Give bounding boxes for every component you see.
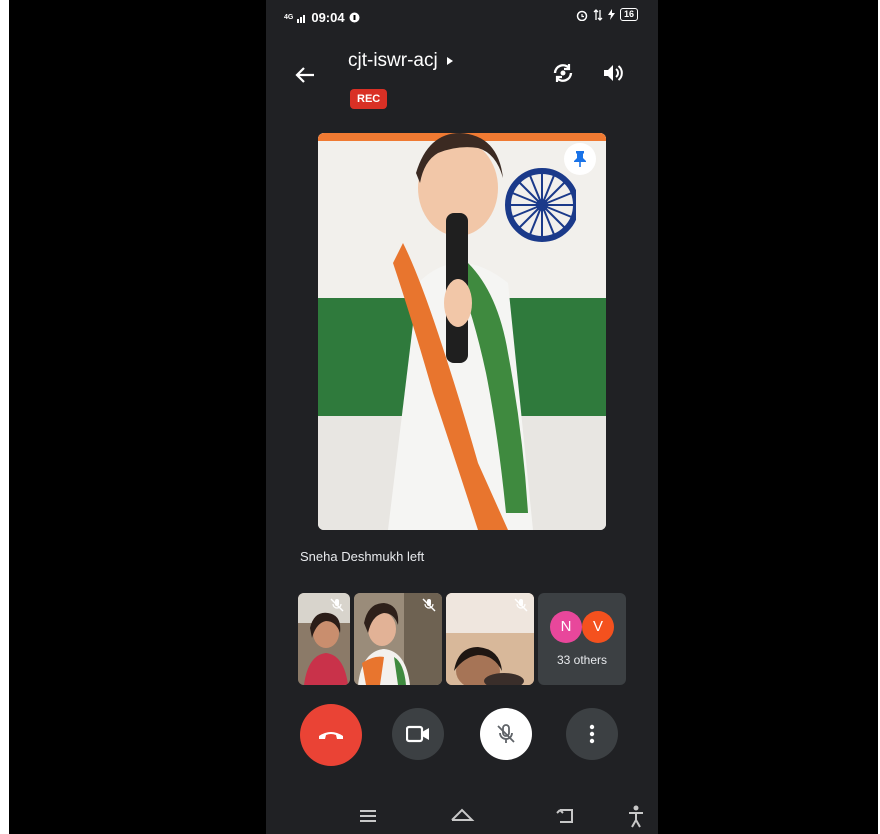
speaker-person	[388, 133, 533, 530]
alarm-icon	[576, 10, 588, 21]
accessibility-icon[interactable]	[622, 802, 650, 830]
participant-tile[interactable]	[298, 593, 350, 685]
meeting-title[interactable]: cjt-iswr-acj	[348, 50, 454, 72]
battery-icon: 16	[619, 8, 638, 21]
speaker-icon	[604, 65, 623, 81]
caret-right-icon	[446, 57, 453, 65]
main-video-tile[interactable]	[318, 133, 606, 530]
participant-tile[interactable]	[354, 593, 442, 685]
participant-left-notice: Sneha Deshmukh left	[300, 549, 425, 564]
camera-button[interactable]	[392, 708, 444, 760]
status-right: 16	[576, 8, 638, 21]
microphone-button[interactable]	[480, 708, 532, 760]
mic-off-icon	[514, 598, 528, 612]
participant-tile[interactable]	[446, 593, 534, 685]
back-icon[interactable]	[552, 802, 580, 830]
signal-icon	[297, 14, 306, 23]
end-call-icon	[319, 732, 343, 739]
notification-icon	[349, 12, 360, 23]
phone-screen: 4G 09:04 16 cjt-iswr-acj REC Sneha Deshm…	[266, 0, 658, 834]
participant-strip: N V 33 others	[298, 593, 628, 685]
status-left: 4G 09:04	[284, 10, 360, 25]
pin-icon	[574, 151, 586, 167]
end-call-button[interactable]	[300, 704, 362, 766]
avatar: V	[582, 611, 614, 643]
data-icon	[593, 8, 603, 21]
camera-icon	[406, 725, 429, 743]
pin-button[interactable]	[564, 143, 596, 175]
switch-camera-icon	[553, 64, 573, 82]
back-arrow-icon	[295, 67, 314, 83]
charging-icon	[607, 9, 615, 20]
avatar: N	[550, 611, 582, 643]
speaker-button[interactable]	[600, 60, 630, 90]
meeting-code: cjt-iswr-acj	[348, 50, 438, 71]
mic-off-icon	[330, 598, 344, 612]
mic-off-icon	[422, 598, 436, 612]
more-options-button[interactable]	[566, 708, 618, 760]
network-indicator: 4G	[284, 14, 294, 21]
home-icon[interactable]	[448, 802, 476, 830]
back-button[interactable]	[290, 60, 320, 90]
others-tile[interactable]: N V 33 others	[538, 593, 626, 685]
system-nav-bar	[266, 798, 658, 834]
status-bar: 4G 09:04 16	[266, 0, 658, 34]
rec-badge: REC	[350, 89, 388, 109]
others-count-label: 33 others	[556, 653, 608, 667]
menu-icon[interactable]	[354, 802, 382, 830]
switch-camera-button[interactable]	[550, 60, 580, 90]
more-vert-icon	[589, 724, 595, 744]
mic-off-icon	[497, 724, 515, 743]
status-time: 09:04	[311, 10, 345, 25]
